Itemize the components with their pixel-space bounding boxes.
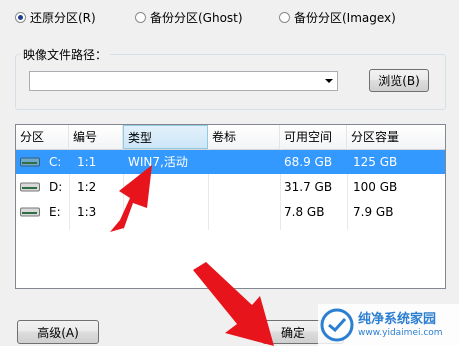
red-arrow-icon	[193, 262, 274, 346]
watermark-name: 纯净系统家园	[358, 312, 437, 327]
red-arrow-icon	[110, 165, 152, 232]
watermark-url: www.yidaimei.com	[358, 328, 443, 338]
annotation-arrows	[110, 165, 274, 346]
watermark: 纯净系统家园 www.yidaimei.com	[318, 304, 459, 346]
watermark-logo-icon	[320, 308, 354, 342]
